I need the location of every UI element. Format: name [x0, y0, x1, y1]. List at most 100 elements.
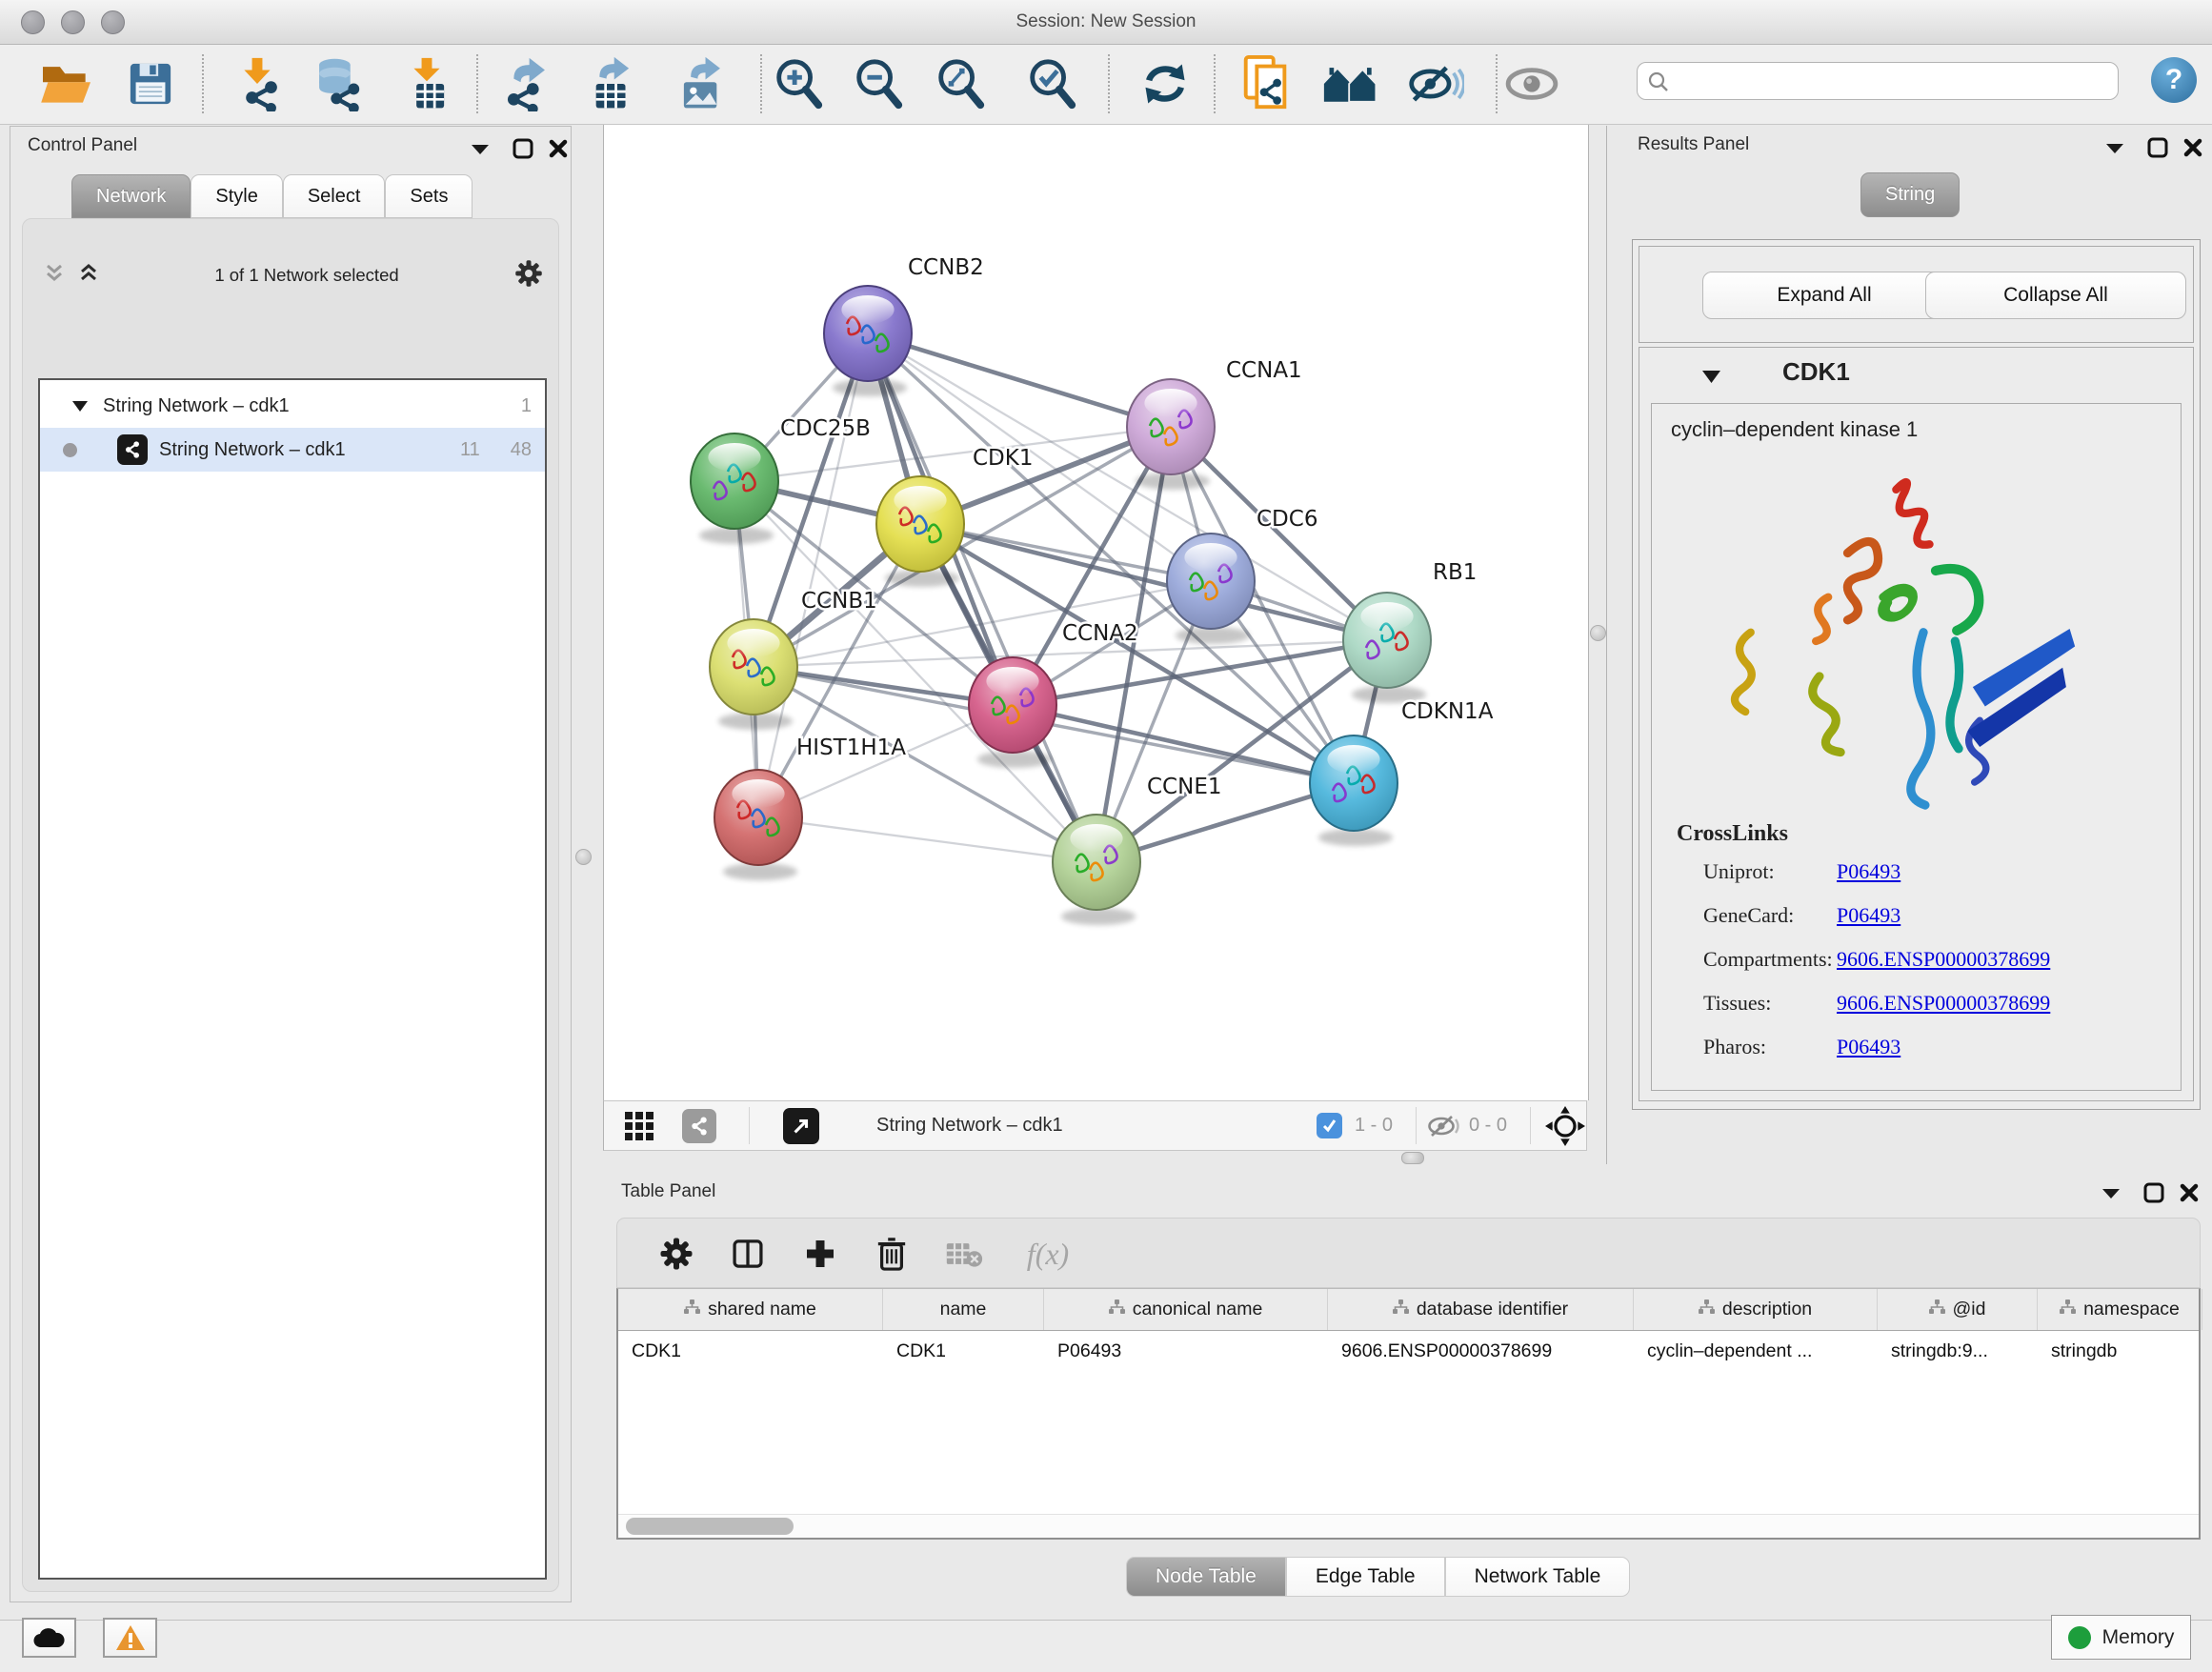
tab-node-table[interactable]: Node Table	[1126, 1557, 1286, 1597]
table-cell[interactable]: cyclin–dependent ...	[1634, 1331, 1878, 1371]
zoom-selected-icon[interactable]	[1021, 53, 1082, 114]
hide-selected-eye-slash-icon[interactable]	[1405, 53, 1466, 114]
results-panel-float-icon[interactable]	[2143, 135, 2172, 160]
refresh-style-icon[interactable]	[1135, 53, 1196, 114]
table-cell[interactable]: P06493	[1044, 1331, 1328, 1371]
window-zoom-button[interactable]	[101, 10, 125, 34]
collapse-all-button[interactable]: Collapse All	[1925, 272, 2186, 319]
table-cell[interactable]: CDK1	[883, 1331, 1044, 1371]
collapse-all-chevron-icon[interactable]	[44, 263, 65, 289]
control-panel-menu-icon[interactable]	[466, 136, 494, 161]
results-panel-close-icon[interactable]	[2179, 135, 2207, 160]
table-cell[interactable]: CDK1	[618, 1331, 883, 1371]
tab-select[interactable]: Select	[283, 174, 386, 218]
node-CDC25B[interactable]: CDC25B	[691, 416, 871, 544]
expand-all-chevron-icon[interactable]	[78, 263, 99, 289]
expand-all-button[interactable]: Expand All	[1702, 272, 1946, 319]
table-horizontal-scrollbar[interactable]	[618, 1514, 2199, 1538]
column-header-namespace[interactable]: namespace	[2038, 1289, 2202, 1330]
table-cell[interactable]: 9606.ENSP00000378699	[1328, 1331, 1634, 1371]
node-HIST1H1A[interactable]: HIST1H1A	[714, 735, 906, 880]
cloud-button[interactable]	[22, 1618, 76, 1658]
gene-collapse-icon[interactable]	[1702, 371, 1720, 388]
network-collection-row[interactable]: String Network – cdk1 1	[40, 384, 545, 428]
delete-table-icon[interactable]	[941, 1231, 987, 1277]
tab-string[interactable]: String	[1860, 172, 1960, 217]
edge-CCNB2-CCNA1[interactable]	[868, 333, 1171, 427]
tab-network-table[interactable]: Network Table	[1445, 1557, 1631, 1597]
network-row-selected[interactable]: String Network – cdk1 11 48	[40, 428, 545, 472]
column-header-description[interactable]: description	[1634, 1289, 1878, 1330]
add-column-plus-icon[interactable]	[797, 1231, 843, 1277]
show-all-eye-icon[interactable]	[1501, 53, 1562, 114]
tab-network[interactable]: Network	[71, 174, 191, 218]
node-CCNA2[interactable]: CCNA2	[969, 621, 1138, 768]
warnings-button[interactable]	[103, 1618, 157, 1658]
tab-edge-table[interactable]: Edge Table	[1286, 1557, 1445, 1597]
column-header-shared-name[interactable]: shared name	[618, 1289, 883, 1330]
table-panel-float-icon[interactable]	[2140, 1180, 2168, 1205]
column-header-canonical-name[interactable]: canonical name	[1044, 1289, 1328, 1330]
open-session-icon[interactable]	[36, 53, 97, 114]
bottom-splitter-grip[interactable]	[1401, 1152, 1424, 1164]
column-header--id[interactable]: @id	[1878, 1289, 2038, 1330]
node-CDKN1A[interactable]: CDKN1A	[1310, 699, 1494, 846]
column-header-name[interactable]: name	[883, 1289, 1044, 1330]
table-cell[interactable]: stringdb:9...	[1878, 1331, 2038, 1371]
crosslink-link[interactable]: P06493	[1837, 859, 1900, 884]
network-canvas[interactable]: CCNB2CCNA1CDC25BCDK1CDC6RB1CCNB1CCNA2CDK…	[603, 125, 1589, 1100]
network-share-icon[interactable]	[682, 1101, 716, 1150]
help-button[interactable]: ?	[2151, 57, 2197, 103]
node-CCNE1[interactable]: CCNE1	[1053, 775, 1222, 925]
birdseye-grid-icon[interactable]	[625, 1101, 654, 1150]
edge-CCNA2-CDKN1A[interactable]	[1013, 705, 1354, 783]
delete-column-trash-icon[interactable]	[869, 1231, 915, 1277]
left-splitter-grip[interactable]	[575, 849, 592, 865]
scrollbar-thumb[interactable]	[626, 1518, 794, 1535]
window-close-button[interactable]	[21, 10, 45, 34]
memory-button[interactable]: Memory	[2051, 1615, 2191, 1660]
crosslink-link[interactable]: 9606.ENSP00000378699	[1837, 991, 2050, 1016]
table-panel-close-icon[interactable]	[2175, 1180, 2203, 1205]
save-session-icon[interactable]	[120, 53, 181, 114]
node-CCNB1[interactable]: CCNB1	[710, 589, 877, 730]
node-CCNB2[interactable]: CCNB2	[824, 255, 984, 396]
function-builder-icon[interactable]: f(x)	[1010, 1231, 1086, 1277]
duplicate-network-icon[interactable]	[1236, 53, 1297, 114]
selected-checkbox-icon[interactable]	[1317, 1101, 1342, 1150]
open-in-window-icon[interactable]	[783, 1101, 819, 1150]
search-input[interactable]	[1637, 62, 2119, 100]
fit-content-crosshair-icon[interactable]	[1545, 1101, 1585, 1150]
control-panel-close-icon[interactable]	[544, 136, 573, 161]
node-RB1[interactable]: RB1	[1343, 560, 1477, 703]
crosslink-link[interactable]: 9606.ENSP00000378699	[1837, 947, 2050, 972]
tab-style[interactable]: Style	[191, 174, 282, 218]
crosslink-link[interactable]: P06493	[1837, 903, 1900, 928]
collection-expand-icon[interactable]	[72, 395, 88, 417]
table-options-gear-icon[interactable]	[654, 1231, 699, 1277]
table-panel-menu-icon[interactable]	[2097, 1180, 2125, 1205]
right-splitter-grip[interactable]	[1590, 625, 1606, 641]
edge-CCNB2-CCNE1[interactable]	[868, 333, 1096, 862]
tab-sets[interactable]: Sets	[385, 174, 473, 218]
results-panel-menu-icon[interactable]	[2101, 135, 2129, 160]
export-table-icon[interactable]	[581, 53, 642, 114]
table-row[interactable]: CDK1CDK1P064939606.ENSP00000378699cyclin…	[618, 1331, 2199, 1371]
zoom-out-icon[interactable]	[848, 53, 909, 114]
control-panel-float-icon[interactable]	[509, 136, 537, 161]
network-list-options-gear-icon[interactable]	[514, 259, 543, 292]
node-CDK1[interactable]: CDK1	[876, 446, 1034, 587]
import-network-file-icon[interactable]	[227, 53, 288, 114]
table-cell[interactable]: stringdb	[2038, 1331, 2202, 1371]
window-minimize-button[interactable]	[61, 10, 85, 34]
gallery-home-icon[interactable]	[1321, 53, 1382, 114]
hidden-eye-icon[interactable]	[1427, 1101, 1461, 1150]
column-header-database-identifier[interactable]: database identifier	[1328, 1289, 1634, 1330]
zoom-fit-icon[interactable]	[930, 53, 991, 114]
edge-HIST1H1A-CCNE1[interactable]	[758, 817, 1096, 862]
show-columns-icon[interactable]	[725, 1231, 771, 1277]
export-image-icon[interactable]	[671, 53, 732, 114]
crosslink-link[interactable]: P06493	[1837, 1035, 1900, 1059]
export-network-icon[interactable]	[495, 53, 556, 114]
zoom-in-icon[interactable]	[768, 53, 829, 114]
